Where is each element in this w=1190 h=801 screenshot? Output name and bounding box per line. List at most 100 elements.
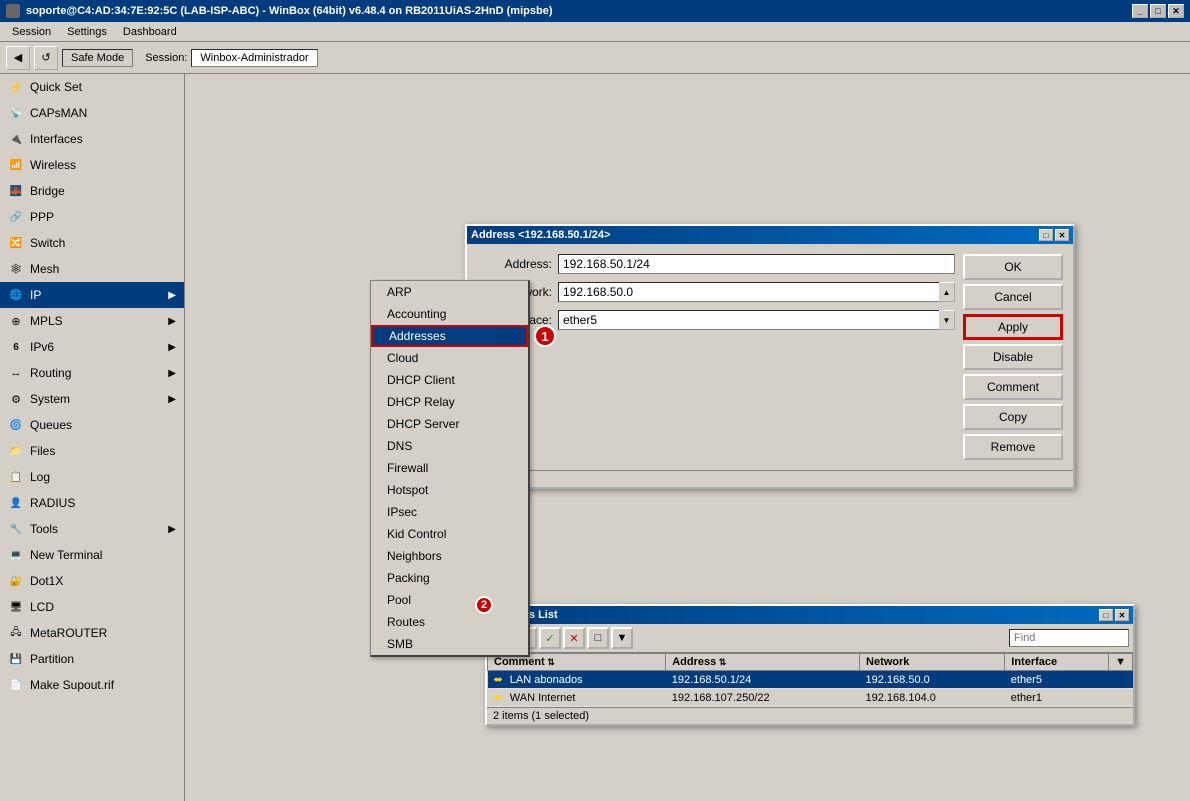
dropdown-item-ipsec[interactable]: IPsec <box>371 501 528 523</box>
toolbar: ◀ ↺ Safe Mode Session: Winbox-Administra… <box>0 42 1190 74</box>
apply-button[interactable]: Apply <box>963 314 1063 340</box>
network-input[interactable] <box>558 282 939 302</box>
interfaces-icon <box>8 131 24 147</box>
copy-button[interactable]: Copy <box>963 404 1063 430</box>
dropdown-item-pool[interactable]: Pool <box>371 589 528 611</box>
sidebar-item-capsman[interactable]: CAPsMAN <box>0 100 184 126</box>
sidebar-item-system[interactable]: System ▶ <box>0 386 184 412</box>
menu-dashboard[interactable]: Dashboard <box>115 24 185 40</box>
close-button[interactable]: ✕ <box>1168 4 1184 18</box>
sidebar-item-mpls[interactable]: MPLS ▶ <box>0 308 184 334</box>
row2-interface: ether1 <box>1005 689 1109 707</box>
maximize-button[interactable]: □ <box>1150 4 1166 18</box>
disable-address-button[interactable]: ✕ <box>563 627 585 649</box>
sidebar-item-ppp[interactable]: PPP <box>0 204 184 230</box>
ipv6-icon <box>8 339 24 355</box>
dialog-fields: Address: 192.168.50.1/24 Network: ▲ I <box>477 254 955 460</box>
dropdown-item-dhcprelay[interactable]: DHCP Relay <box>371 391 528 413</box>
copy-address-button[interactable]: □ <box>587 627 609 649</box>
system-icon <box>8 391 24 407</box>
dropdown-item-arp[interactable]: ARP <box>371 281 528 303</box>
wireless-icon <box>8 157 24 173</box>
address-dialog-close[interactable]: ✕ <box>1055 229 1069 241</box>
sidebar-item-queues[interactable]: Queues <box>0 412 184 438</box>
list-search-input[interactable] <box>1009 629 1129 647</box>
sidebar-item-switch[interactable]: Switch <box>0 230 184 256</box>
mpls-icon <box>8 313 24 329</box>
refresh-button[interactable]: ↺ <box>34 46 58 70</box>
sidebar-item-mesh[interactable]: Mesh <box>0 256 184 282</box>
app-icon <box>6 4 20 18</box>
dropdown-item-dhcpclient[interactable]: DHCP Client <box>371 369 528 391</box>
filter-button[interactable]: ▼ <box>611 627 633 649</box>
sidebar-item-partition[interactable]: Partition <box>0 646 184 672</box>
network-input-row: ▲ <box>558 282 955 302</box>
sidebar-item-files[interactable]: Files <box>0 438 184 464</box>
dropdown-item-firewall[interactable]: Firewall <box>371 457 528 479</box>
dropdown-item-dhcpserver[interactable]: DHCP Server <box>371 413 528 435</box>
dropdown-item-routes[interactable]: Routes <box>371 611 528 633</box>
ok-button[interactable]: OK <box>963 254 1063 280</box>
table-row[interactable]: ⬌ WAN Internet 192.168.107.250/22 192.16… <box>488 689 1133 707</box>
row1-icon: ⬌ <box>494 674 503 686</box>
network-field-row: Network: ▲ <box>477 282 955 302</box>
comment-button[interactable]: Comment <box>963 374 1063 400</box>
address-list-maximize[interactable]: □ <box>1099 609 1113 621</box>
sidebar-item-dot1x[interactable]: Dot1X <box>0 568 184 594</box>
dropdown-item-dns[interactable]: DNS <box>371 435 528 457</box>
col-network[interactable]: Network <box>860 654 1005 671</box>
dialog-buttons: OK Cancel Apply Disable Comment Copy Rem… <box>963 254 1063 460</box>
address-field-row: Address: 192.168.50.1/24 <box>477 254 955 274</box>
dropdown-item-packing[interactable]: Packing <box>371 567 528 589</box>
sidebar-item-radius[interactable]: RADIUS <box>0 490 184 516</box>
address-list-close[interactable]: ✕ <box>1115 609 1129 621</box>
address-dialog-maximize[interactable]: □ <box>1039 229 1053 241</box>
lcd-icon <box>8 599 24 615</box>
row1-comment: ⬌ LAN abonados <box>488 671 666 689</box>
dropdown-item-hotspot[interactable]: Hotspot <box>371 479 528 501</box>
menu-settings[interactable]: Settings <box>59 24 115 40</box>
sidebar-item-routing[interactable]: Routing ▶ <box>0 360 184 386</box>
network-dropdown-btn[interactable]: ▲ <box>939 282 955 302</box>
menu-bar: Session Settings Dashboard <box>0 22 1190 42</box>
back-button[interactable]: ◀ <box>6 46 30 70</box>
dropdown-item-cloud[interactable]: Cloud <box>371 347 528 369</box>
sidebar-item-tools[interactable]: Tools ▶ <box>0 516 184 542</box>
sidebar-item-bridge[interactable]: Bridge <box>0 178 184 204</box>
sidebar-item-lcd[interactable]: LCD <box>0 594 184 620</box>
interface-input[interactable] <box>558 310 939 330</box>
dialog-spacer <box>477 338 955 418</box>
interface-dropdown-btn[interactable]: ▼ <box>939 310 955 330</box>
sidebar-item-metarouter[interactable]: MetaROUTER <box>0 620 184 646</box>
dropdown-item-neighbors[interactable]: Neighbors <box>371 545 528 567</box>
minimize-button[interactable]: _ <box>1132 4 1148 18</box>
disable-button[interactable]: Disable <box>963 344 1063 370</box>
sidebar-item-ipv6[interactable]: IPv6 ▶ <box>0 334 184 360</box>
col-interface[interactable]: Interface <box>1005 654 1109 671</box>
dropdown-item-smb[interactable]: SMB <box>371 633 528 655</box>
table-row[interactable]: ⬌ LAN abonados 192.168.50.1/24 192.168.5… <box>488 671 1133 689</box>
safe-mode-label: Safe Mode <box>62 49 133 67</box>
cancel-button[interactable]: Cancel <box>963 284 1063 310</box>
menu-session[interactable]: Session <box>4 24 59 40</box>
sidebar-item-interfaces[interactable]: Interfaces <box>0 126 184 152</box>
log-icon <box>8 469 24 485</box>
dropdown-item-kidcontrol[interactable]: Kid Control <box>371 523 528 545</box>
sidebar: Quick Set CAPsMAN Interfaces Wireless Br… <box>0 74 185 801</box>
interface-input-row: ▼ <box>558 310 955 330</box>
title-bar: soporte@C4:AD:34:7E:92:5C (LAB-ISP-ABC) … <box>0 0 1190 22</box>
sidebar-item-wireless[interactable]: Wireless <box>0 152 184 178</box>
address-input[interactable]: 192.168.50.1/24 <box>558 254 955 274</box>
dropdown-item-addresses[interactable]: Addresses 1 <box>371 325 528 347</box>
sidebar-item-makesupout[interactable]: Make Supout.rif <box>0 672 184 698</box>
sidebar-item-ip[interactable]: IP ▶ <box>0 282 184 308</box>
sidebar-item-quickset[interactable]: Quick Set <box>0 74 184 100</box>
sidebar-item-newterminal[interactable]: New Terminal <box>0 542 184 568</box>
dropdown-item-accounting[interactable]: Accounting <box>371 303 528 325</box>
row1-extra <box>1109 671 1133 689</box>
enable-address-button[interactable]: ✓ <box>539 627 561 649</box>
capsman-icon <box>8 105 24 121</box>
sidebar-item-log[interactable]: Log <box>0 464 184 490</box>
col-address[interactable]: Address <box>666 654 860 671</box>
remove-button[interactable]: Remove <box>963 434 1063 460</box>
